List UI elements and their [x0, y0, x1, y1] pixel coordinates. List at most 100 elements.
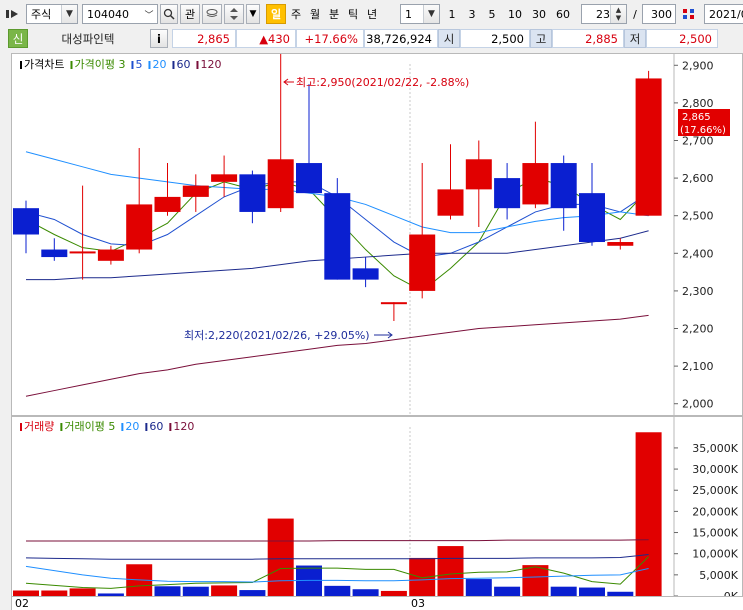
- volume-bar[interactable]: [635, 432, 662, 596]
- volume-bar[interactable]: [13, 590, 39, 597]
- candle-body[interactable]: [41, 249, 68, 258]
- candle-body[interactable]: [352, 268, 379, 280]
- volume-tick-label: 30,000K: [692, 463, 738, 476]
- legend-item[interactable]: 20: [152, 58, 166, 71]
- legend-item[interactable]: 가격차트: [24, 58, 64, 71]
- candle-body[interactable]: [494, 178, 521, 209]
- volume-bar[interactable]: [550, 586, 577, 596]
- interval-5-button[interactable]: 5: [483, 4, 501, 24]
- volume-bar[interactable]: [437, 546, 464, 596]
- candle-body[interactable]: [182, 185, 209, 197]
- volume-bar[interactable]: [239, 590, 266, 596]
- candle-body[interactable]: [550, 163, 577, 209]
- legend-item[interactable]: 120: [200, 58, 221, 71]
- stock-code-input[interactable]: 104040 ﹀: [82, 4, 158, 24]
- volume-bar[interactable]: [69, 588, 96, 596]
- volume-bar[interactable]: [522, 565, 549, 596]
- trade-volume: 38,726,924: [364, 29, 438, 48]
- candle-body[interactable]: [409, 234, 436, 291]
- period-minute-button[interactable]: 분: [325, 4, 343, 24]
- total-count-input[interactable]: 300: [642, 4, 676, 24]
- slash-label: /: [633, 7, 637, 21]
- candle-body[interactable]: [522, 163, 549, 205]
- legend-swatch: [131, 61, 134, 69]
- spinner-icon[interactable]: ▲ ▼: [610, 5, 626, 23]
- volume-bar[interactable]: [352, 589, 379, 596]
- market-select[interactable]: 주식 ▼: [26, 4, 78, 24]
- legend-swatch: [20, 423, 22, 431]
- period-day-button[interactable]: 일: [266, 4, 286, 24]
- legend-item[interactable]: 20: [125, 420, 139, 433]
- candle-body[interactable]: [126, 204, 153, 250]
- candle-body[interactable]: [324, 193, 351, 280]
- legend-item[interactable]: 60: [176, 58, 190, 71]
- volume-bar[interactable]: [579, 587, 605, 596]
- volume-bar[interactable]: [154, 586, 181, 596]
- high-price: 2,885: [552, 29, 624, 48]
- interval-30-button[interactable]: 30: [527, 4, 551, 24]
- volume-bar[interactable]: [494, 586, 521, 596]
- candle-body[interactable]: [465, 159, 492, 190]
- info-button[interactable]: i: [150, 29, 168, 48]
- interval-10-button[interactable]: 10: [503, 4, 527, 24]
- volume-bar[interactable]: [380, 590, 407, 596]
- price-tick-label: 2,200: [682, 323, 714, 336]
- chart-settings-icon[interactable]: [678, 4, 700, 24]
- menu-dropdown-icon[interactable]: [2, 4, 24, 24]
- legend-item[interactable]: 5: [135, 58, 142, 71]
- volume-chart-pane[interactable]: 0K 5,000K 10,000K 15,000K 20,000K 25,000K 30,0…: [11, 416, 743, 603]
- legend-item[interactable]: 거래량: [24, 420, 54, 433]
- price-chart-pane[interactable]: 2,000 2,100 2,200 2,300 2,400 2,500 2,600 2,700…: [11, 46, 743, 416]
- candle-body[interactable]: [239, 174, 266, 212]
- candle-body[interactable]: [380, 302, 407, 305]
- stack-button[interactable]: [202, 4, 222, 24]
- period-year-button[interactable]: 년: [363, 4, 381, 24]
- period-tick-button[interactable]: 틱: [344, 4, 362, 24]
- interval-1-button[interactable]: 1: [443, 4, 461, 24]
- price-tick-label: 2,600: [682, 172, 714, 185]
- volume-ma-60-line: [25, 554, 649, 560]
- candle-body[interactable]: [267, 159, 294, 209]
- legend-item[interactable]: 120: [173, 420, 194, 433]
- volume-bar[interactable]: [267, 518, 294, 596]
- small-dropdown-button[interactable]: ▼: [246, 4, 260, 24]
- candle-body[interactable]: [296, 163, 322, 194]
- legend-item[interactable]: 60: [149, 420, 163, 433]
- legend-swatch: [169, 423, 172, 431]
- volume-ma-20-line: [25, 565, 649, 583]
- legend-item[interactable]: 거래이평 5: [64, 420, 115, 433]
- volume-bar[interactable]: [607, 591, 634, 596]
- legend-item[interactable]: 가격이평 3: [74, 58, 125, 71]
- candle-body[interactable]: [69, 251, 96, 254]
- candle-body[interactable]: [437, 189, 464, 216]
- display-count-input[interactable]: 23 ▲ ▼: [581, 4, 627, 24]
- candle-body[interactable]: [97, 249, 124, 261]
- volume-bar[interactable]: [97, 593, 124, 596]
- volume-bar[interactable]: [41, 590, 68, 597]
- candle-body[interactable]: [211, 174, 238, 182]
- candle-body[interactable]: [579, 193, 605, 243]
- period-month-button[interactable]: 월: [306, 4, 324, 24]
- candle-body[interactable]: [635, 78, 662, 216]
- volume-ma-5-line: [25, 556, 649, 589]
- period-week-button[interactable]: 주: [287, 4, 305, 24]
- price-tick-label: 2,900: [682, 59, 714, 72]
- up-down-stepper[interactable]: [224, 4, 244, 24]
- volume-bar[interactable]: [211, 585, 238, 596]
- candle-body[interactable]: [13, 208, 39, 235]
- search-button[interactable]: [160, 4, 178, 24]
- volume-bar[interactable]: [182, 586, 209, 596]
- interval-3-button[interactable]: 3: [463, 4, 481, 24]
- volume-bar[interactable]: [324, 585, 351, 596]
- volume-bar[interactable]: [465, 579, 492, 596]
- legend-swatch: [20, 61, 22, 69]
- chevron-down-icon: ﹀: [141, 5, 157, 23]
- candle-body[interactable]: [607, 242, 634, 246]
- gwan-button[interactable]: 관: [180, 4, 200, 24]
- market-select-value: 주식: [31, 8, 52, 21]
- candle-body[interactable]: [154, 196, 181, 212]
- interval-60-button[interactable]: 60: [551, 4, 575, 24]
- period-unit-select[interactable]: 1 ▼: [400, 4, 440, 24]
- low-price: 2,500: [646, 29, 718, 48]
- date-input[interactable]: 2021/0: [704, 4, 743, 24]
